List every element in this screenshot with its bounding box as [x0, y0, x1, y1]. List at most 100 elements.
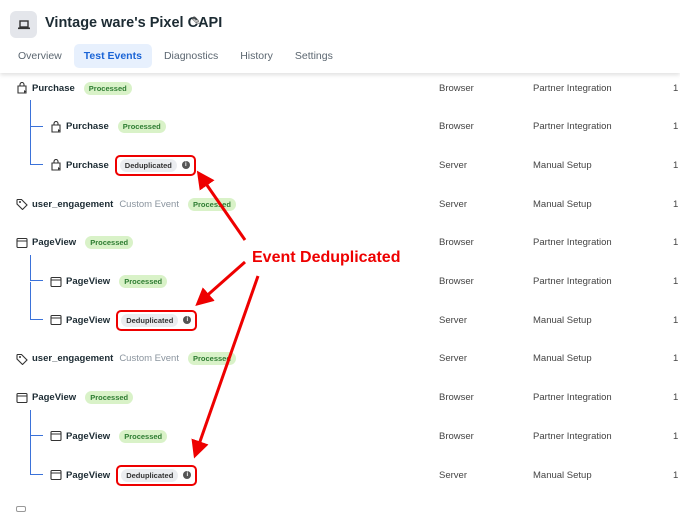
event-name: user_engagement — [32, 353, 114, 365]
tab-history[interactable]: History — [230, 44, 283, 68]
event-name: Purchase — [32, 82, 75, 94]
tab-bar: Overview Test Events Diagnostics History Set… — [8, 44, 345, 68]
event-name: user_engagement — [32, 198, 114, 210]
event-count: 1 — [673, 392, 679, 404]
browser-window-icon — [16, 392, 28, 404]
dedup-highlight: Deduplicated i — [116, 309, 198, 331]
tab-overview[interactable]: Overview — [8, 44, 72, 68]
browser-window-icon — [50, 276, 62, 288]
tree-connector — [30, 436, 43, 475]
info-icon[interactable]: i — [183, 471, 192, 479]
event-count: 1 — [673, 82, 679, 94]
tree-connector — [30, 281, 43, 321]
event-source: Browser — [439, 237, 474, 249]
event-row[interactable]: PageView Processed Browser Partner Integr… — [0, 426, 680, 446]
status-badge: Deduplicated — [121, 468, 179, 482]
status-badge: Processed — [83, 81, 132, 95]
status-badge: Processed — [187, 352, 236, 366]
tree-connector — [30, 409, 43, 437]
status-badge: Deduplicated — [121, 313, 179, 327]
event-count: 1 — [673, 276, 679, 287]
event-type: Custom Event — [119, 198, 179, 210]
tab-diagnostics[interactable]: Diagnostics — [154, 44, 228, 68]
event-setup: Partner Integration — [533, 392, 612, 404]
info-icon[interactable]: i — [183, 316, 192, 325]
event-count: 1 — [673, 430, 679, 442]
status-badge: Processed — [85, 391, 134, 405]
event-source: Browser — [439, 392, 474, 404]
tab-test-events[interactable]: Test Events — [73, 44, 152, 68]
event-source: Browser — [439, 430, 474, 442]
event-count: 1 — [673, 237, 679, 249]
browser-window-icon — [50, 430, 62, 442]
dedup-highlight: Deduplicated i — [116, 464, 198, 486]
event-name: PageView — [32, 237, 77, 249]
event-setup: Partner Integration — [533, 430, 612, 442]
event-count: 1 — [673, 198, 679, 210]
status-badge: Processed — [187, 197, 236, 211]
shopping-bag-icon — [16, 82, 28, 94]
event-count: 1 — [673, 314, 679, 326]
event-row[interactable]: Purchase Deduplicated i Server Manual Setu… — [0, 154, 680, 176]
event-source: Browser — [439, 121, 474, 133]
event-count: 1 — [673, 469, 679, 481]
event-row[interactable]: Purchase Processed Browser Partner Integr… — [0, 117, 680, 137]
tag-icon — [16, 198, 28, 211]
tree-connector — [30, 100, 43, 127]
event-row[interactable]: user_engagement Custom Event Processed Ser… — [0, 194, 680, 214]
event-setup: Manual Setup — [533, 353, 592, 365]
event-name: Purchase — [66, 121, 109, 133]
event-name: PageView — [66, 430, 111, 442]
event-source: Server — [439, 469, 467, 481]
event-count: 1 — [673, 353, 679, 365]
dedup-highlight: Deduplicated i — [114, 154, 196, 176]
tab-settings[interactable]: Settings — [285, 44, 343, 68]
shopping-bag-icon — [50, 159, 62, 171]
event-count: 1 — [673, 159, 679, 171]
event-row[interactable]: PageView Processed Browser Partner Integr… — [0, 272, 680, 292]
event-source: Server — [439, 314, 467, 326]
status-badge: Processed — [119, 429, 168, 443]
page-header: Vintage ware's Pixel CAPI ✎ Overview Test… — [0, 0, 680, 73]
event-source: Server — [439, 159, 467, 171]
event-setup: Manual Setup — [533, 314, 592, 326]
event-setup: Partner Integration — [533, 276, 612, 287]
event-row[interactable]: user_engagement Custom Event Processed Ser… — [0, 349, 680, 369]
shopping-bag-icon — [50, 120, 62, 133]
tag-icon — [16, 353, 28, 365]
partial-row — [16, 506, 26, 512]
event-setup: Manual Setup — [533, 159, 592, 171]
event-source: Browser — [439, 276, 474, 287]
event-row[interactable]: Purchase Processed Browser Partner Integr… — [0, 78, 680, 98]
browser-window-icon — [50, 469, 62, 481]
status-badge: Processed — [117, 120, 166, 134]
tree-connector — [30, 126, 43, 166]
event-row[interactable]: PageView Processed Browser Partner Integr… — [0, 388, 680, 408]
status-badge: Processed — [85, 236, 134, 250]
event-setup: Partner Integration — [533, 121, 612, 133]
event-row[interactable]: PageView Deduplicated i Server Manual Setu… — [0, 464, 680, 486]
event-type: Custom Event — [119, 353, 179, 365]
browser-window-icon — [16, 237, 28, 249]
event-name: PageView — [66, 276, 111, 287]
pencil-icon[interactable]: ✎ — [191, 14, 201, 28]
event-name: PageView — [66, 469, 111, 481]
event-source: Server — [439, 198, 467, 210]
event-source: Server — [439, 353, 467, 365]
event-count: 1 — [673, 121, 679, 133]
browser-window-icon — [50, 314, 62, 326]
status-badge: Deduplicated — [119, 158, 177, 172]
laptop-icon — [10, 11, 37, 38]
tree-connector — [30, 254, 43, 282]
event-setup: Partner Integration — [533, 237, 612, 249]
annotation-label: Event Deduplicated — [252, 249, 401, 266]
status-badge: Processed — [119, 275, 168, 288]
event-row[interactable]: PageView Deduplicated i Server Manual Setu… — [0, 309, 680, 331]
event-source: Browser — [439, 82, 474, 94]
event-setup: Manual Setup — [533, 469, 592, 481]
event-setup: Partner Integration — [533, 82, 612, 94]
event-name: PageView — [66, 314, 111, 326]
info-icon[interactable]: i — [181, 161, 190, 170]
event-setup: Manual Setup — [533, 198, 592, 210]
event-name: PageView — [32, 392, 77, 404]
